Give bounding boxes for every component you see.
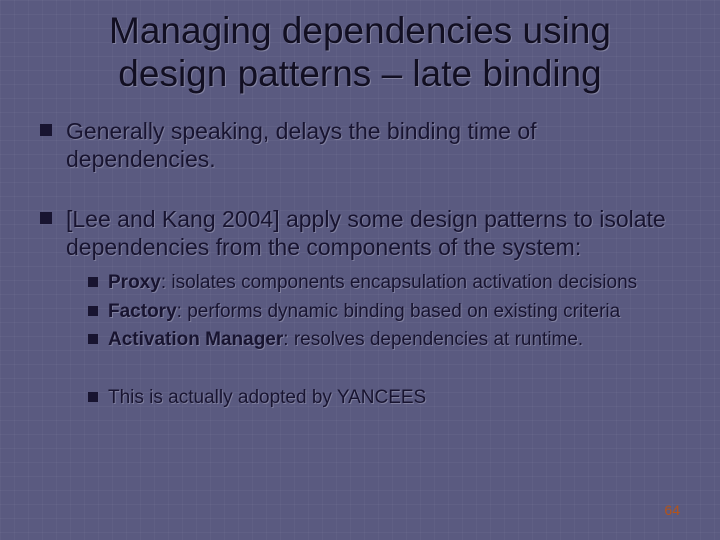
sub-bullet-item: Factory: performs dynamic binding based … bbox=[88, 300, 680, 324]
slide: Managing dependencies using design patte… bbox=[0, 0, 720, 540]
sub-bullet-text: This is actually adopted by YANCEES bbox=[108, 387, 426, 408]
bullet-item: [Lee and Kang 2004] apply some design pa… bbox=[40, 205, 680, 410]
page-number: 64 bbox=[664, 502, 680, 518]
sub-bullet-label: Activation Manager bbox=[108, 329, 283, 350]
sub-bullet-rest: : performs dynamic binding based on exis… bbox=[177, 301, 621, 322]
sub-bullet-rest: : isolates components encapsulation acti… bbox=[161, 272, 637, 293]
sub-bullet-label: Factory bbox=[108, 301, 177, 322]
sub-bullet-list: Proxy: isolates components encapsulation… bbox=[66, 271, 680, 352]
bullet-list: Generally speaking, delays the binding t… bbox=[40, 117, 680, 410]
sub-bullet-label: Proxy bbox=[108, 272, 161, 293]
bullet-text: Generally speaking, delays the binding t… bbox=[66, 118, 537, 172]
sub-bullet-item: This is actually adopted by YANCEES bbox=[88, 386, 680, 410]
bullet-item: Generally speaking, delays the binding t… bbox=[40, 117, 680, 173]
sub-bullet-list: This is actually adopted by YANCEES bbox=[66, 386, 680, 410]
sub-bullet-item: Proxy: isolates components encapsulation… bbox=[88, 271, 680, 295]
sub-bullet-item: Activation Manager: resolves dependencie… bbox=[88, 328, 680, 352]
bullet-text: [Lee and Kang 2004] apply some design pa… bbox=[66, 206, 666, 260]
sub-bullet-rest: : resolves dependencies at runtime. bbox=[283, 329, 583, 350]
slide-title: Managing dependencies using design patte… bbox=[60, 10, 660, 95]
